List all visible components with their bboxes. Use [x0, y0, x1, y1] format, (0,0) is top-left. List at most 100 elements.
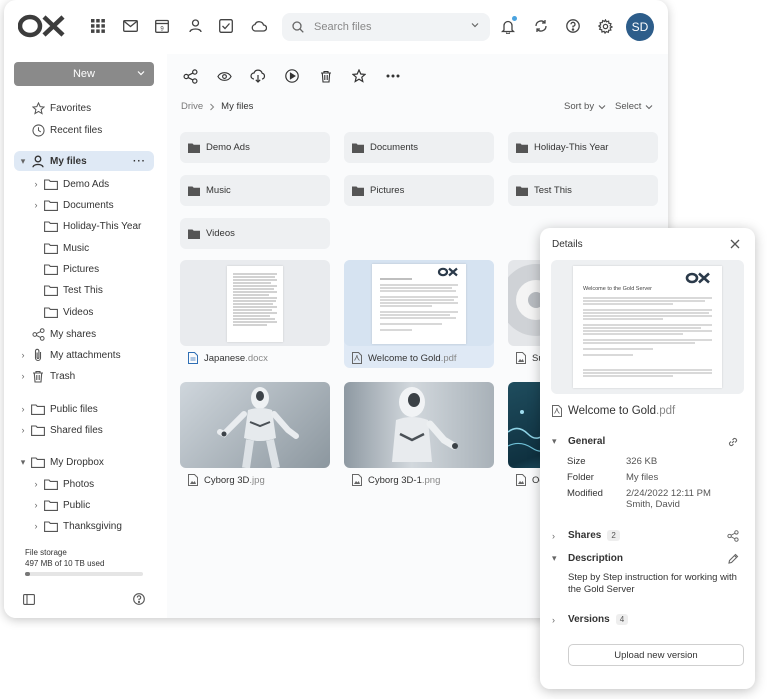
view-eye-icon[interactable] [215, 67, 233, 85]
settings-gear-icon[interactable] [595, 16, 615, 36]
folder-tile[interactable]: Test This [508, 175, 658, 206]
folder-tile[interactable]: Videos [180, 218, 330, 249]
notifications-bell-icon[interactable] [498, 16, 518, 36]
upload-button-label: Upload new version [614, 649, 698, 661]
sidebar-item-recent-files[interactable]: Recent files [18, 120, 158, 140]
sidebar-item-public[interactable]: › Public [31, 495, 91, 515]
folder-icon [188, 143, 200, 153]
download-icon[interactable] [249, 67, 267, 85]
chevron-right-icon[interactable]: › [18, 425, 28, 435]
play-icon[interactable] [283, 67, 301, 85]
help-icon[interactable] [132, 592, 146, 606]
chevron-right-icon[interactable]: › [18, 404, 28, 414]
trash-icon [31, 369, 45, 383]
sidebar-item-label: My Dropbox [50, 456, 104, 468]
folder-tile[interactable]: Holiday-This Year [508, 132, 658, 163]
user-avatar[interactable]: SD [626, 13, 654, 41]
trash-icon[interactable] [317, 67, 335, 85]
cloud-drive-icon[interactable] [249, 16, 269, 36]
sidebar-item-label: Holiday-This Year [63, 220, 142, 232]
sidebar-item-label: Shared files [50, 424, 103, 436]
section-description[interactable]: ▾ Description [552, 553, 623, 564]
sidebar-item-holiday-this-year[interactable]: Holiday-This Year [31, 216, 141, 236]
file-tile[interactable]: Cyborg 3D .jpg [180, 382, 330, 490]
more-options-icon[interactable]: ··· [133, 156, 146, 167]
file-tile[interactable]: Japanese .docx [180, 260, 330, 368]
chevron-right-icon[interactable]: › [31, 521, 41, 531]
folder-name: Documents [370, 142, 419, 153]
apps-grid-icon[interactable] [88, 16, 108, 36]
details-file-name: Welcome to Gold .pdf [552, 405, 675, 417]
file-tile[interactable]: Cyborg 3D-1 .png [344, 382, 494, 490]
upload-new-version-button[interactable]: Upload new version [568, 644, 744, 666]
sort-by-dropdown[interactable]: Sort by [564, 101, 606, 112]
sidebar-item-favorites[interactable]: Favorites [18, 98, 158, 118]
notification-dot [512, 16, 517, 21]
chevron-right-icon[interactable]: › [31, 179, 41, 189]
file-tile-selected[interactable]: Welcome to Gold .pdf [344, 260, 494, 368]
select-label: Select [615, 101, 642, 112]
folder-icon [352, 186, 364, 196]
sidebar-item-label: Favorites [50, 102, 92, 114]
close-icon[interactable] [729, 238, 741, 250]
sidebar-item-thanksgiving[interactable]: › Thanksgiving [31, 516, 122, 536]
section-versions-label: Versions [568, 614, 610, 625]
sidebar-item-photos[interactable]: › Photos [31, 474, 95, 494]
sidebar-item-label: Public [63, 499, 91, 511]
contacts-icon[interactable] [185, 16, 205, 36]
storage-bar [25, 572, 143, 576]
folder-tile[interactable]: Documents [344, 132, 494, 163]
chevron-right-icon[interactable]: › [31, 479, 41, 489]
ox-logo [18, 14, 65, 38]
sidebar-item-documents[interactable]: › Documents [31, 195, 114, 215]
folder-tile[interactable]: Demo Ads [180, 132, 330, 163]
storage-usage: 497 MB of 10 TB used [25, 559, 105, 568]
new-button[interactable]: New [14, 62, 154, 86]
toggle-sidebar-icon[interactable] [22, 592, 36, 606]
link-icon[interactable] [727, 436, 739, 448]
search-input[interactable]: Search files [282, 13, 490, 41]
sidebar-item-music[interactable]: Music [31, 238, 89, 258]
folder-tile[interactable]: Music [180, 175, 330, 206]
star-icon[interactable] [350, 67, 368, 85]
chevron-right-icon[interactable]: › [31, 500, 41, 510]
share-icon[interactable] [727, 530, 739, 542]
chevron-down-icon[interactable]: ▾ [18, 156, 28, 167]
chevron-right-icon[interactable]: › [18, 350, 28, 360]
section-general-label: General [568, 436, 606, 447]
sidebar-item-my-shares[interactable]: My shares [18, 324, 96, 344]
sidebar-item-demo-ads[interactable]: › Demo Ads [31, 174, 110, 194]
more-options-icon[interactable] [384, 67, 402, 85]
refresh-icon[interactable] [531, 16, 551, 36]
sidebar-item-my-dropbox[interactable]: ▾ My Dropbox [18, 452, 104, 472]
chevron-down-icon[interactable] [470, 20, 480, 30]
chevron-right-icon[interactable]: › [31, 200, 41, 210]
select-dropdown[interactable]: Select [615, 101, 653, 112]
mail-icon[interactable] [120, 16, 140, 36]
sidebar-item-videos[interactable]: Videos [31, 302, 93, 322]
folder-tile[interactable]: Pictures [344, 175, 494, 206]
section-shares[interactable]: › Shares 2 [552, 530, 620, 541]
sidebar-item-my-attachments[interactable]: › My attachments [18, 345, 121, 365]
chevron-down-icon[interactable]: ▾ [18, 457, 28, 468]
clock-icon [31, 123, 45, 137]
sidebar-item-test-this[interactable]: Test This [31, 280, 103, 300]
breadcrumb-drive[interactable]: Drive [181, 101, 203, 112]
sidebar-item-trash[interactable]: › Trash [18, 366, 75, 386]
sidebar-item-my-files[interactable]: ▾ My files ··· [14, 151, 154, 171]
chevron-right-icon[interactable]: › [18, 371, 28, 381]
edit-pencil-icon[interactable] [727, 553, 739, 565]
folder-icon [44, 219, 58, 233]
sidebar-item-public-files[interactable]: › Public files [18, 399, 98, 419]
calendar-icon[interactable]: 9 [152, 16, 172, 36]
section-general[interactable]: ▾ General [552, 436, 605, 447]
share-icon[interactable] [181, 67, 199, 85]
preview-heading: Welcome to the Gold Server [583, 286, 652, 292]
sidebar-item-shared-files[interactable]: › Shared files [18, 420, 103, 440]
sidebar-item-pictures[interactable]: Pictures [31, 259, 99, 279]
tasks-icon[interactable] [216, 16, 236, 36]
help-icon[interactable] [563, 16, 583, 36]
file-label: Japanese .docx [188, 350, 268, 366]
folder-icon [44, 498, 58, 512]
section-versions[interactable]: › Versions 4 [552, 614, 629, 625]
